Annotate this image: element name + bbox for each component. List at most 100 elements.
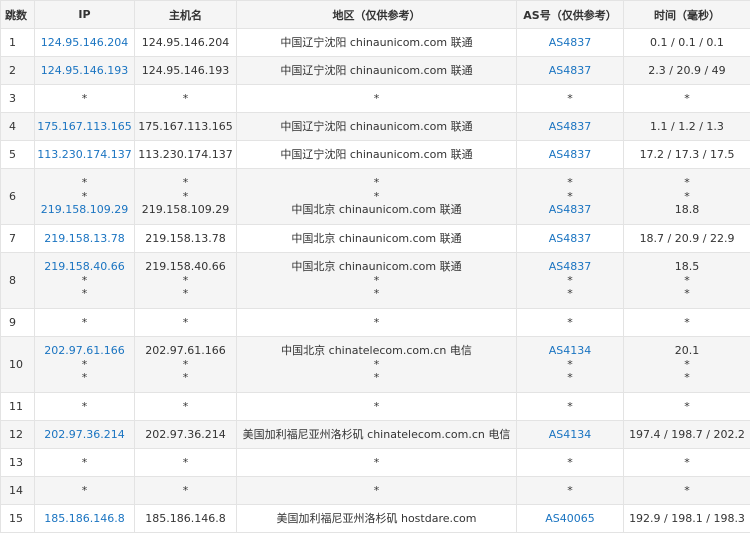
ip-cell: 202.97.61.166 * * <box>34 336 135 393</box>
time-cell: 0.1 / 0.1 / 0.1 <box>623 28 750 57</box>
as-cell: AS4837 * * <box>516 252 624 309</box>
region-text: 中国辽宁沈阳 chinaunicom.com 联通 <box>280 119 473 133</box>
timeout-marker: * <box>182 371 189 385</box>
table-row: 14 * * * * * <box>0 476 750 505</box>
as-link[interactable]: AS4134 <box>517 428 623 442</box>
hop-cell: 14 <box>0 476 35 505</box>
region-cell: * <box>236 392 517 421</box>
region-cell: * <box>236 308 517 337</box>
as-cell: * <box>516 308 624 337</box>
timeout-marker: * <box>182 455 189 469</box>
as-cell: * <box>516 84 624 113</box>
as-link[interactable]: AS4837 <box>517 203 623 217</box>
timeout-marker: * <box>81 357 88 371</box>
hostname-cell: * <box>134 448 237 477</box>
as-link[interactable]: AS4837 <box>517 64 623 78</box>
hop-cell: 2 <box>0 56 35 85</box>
hop-cell: 15 <box>0 504 35 533</box>
as-link[interactable]: AS4837 <box>517 120 623 134</box>
hop-cell: 8 <box>0 252 35 309</box>
hostname-cell: 113.230.174.137 <box>134 140 237 169</box>
table-row: 13 * * * * * <box>0 448 750 477</box>
hostname-text: 124.95.146.204 <box>141 35 230 49</box>
ip-cell: * <box>34 308 135 337</box>
time-text: 192.9 / 198.1 / 198.3 <box>629 511 745 525</box>
hostname-cell: 124.95.146.204 <box>134 28 237 57</box>
hostname-text: 202.97.61.166 <box>145 343 226 357</box>
ip-link[interactable]: 175.167.113.165 <box>35 120 134 134</box>
ip-link[interactable]: 185.186.146.8 <box>35 512 134 526</box>
ip-cell: * <box>34 448 135 477</box>
ip-link[interactable]: 219.158.13.78 <box>35 232 134 246</box>
hostname-cell: * <box>134 476 237 505</box>
timeout-marker: * <box>684 455 690 469</box>
timeout-marker: * <box>567 287 573 301</box>
region-cell: 美国加利福尼亚州洛杉矶 chinatelecom.com.cn 电信 <box>236 420 517 449</box>
timeout-marker: * <box>373 371 380 385</box>
hostname-cell: 219.158.40.66 * * <box>134 252 237 309</box>
region-text: 美国加利福尼亚州洛杉矶 hostdare.com <box>276 511 477 525</box>
ip-link[interactable]: 124.95.146.204 <box>35 36 134 50</box>
time-cell: 20.1 * * <box>623 336 750 393</box>
ip-link[interactable]: 219.158.109.29 <box>35 203 134 217</box>
hop-cell: 13 <box>0 448 35 477</box>
time-column-header: 时间（毫秒） <box>623 0 750 29</box>
time-cell: * <box>623 476 750 505</box>
as-cell: AS4837 <box>516 28 624 57</box>
region-text: 中国辽宁沈阳 chinaunicom.com 联通 <box>280 63 473 77</box>
as-link[interactable]: AS4837 <box>517 36 623 50</box>
hop-cell: 1 <box>0 28 35 57</box>
timeout-marker: * <box>567 371 573 385</box>
as-cell: * <box>516 476 624 505</box>
hostname-cell: 185.186.146.8 <box>134 504 237 533</box>
ip-link[interactable]: 202.97.61.166 <box>35 344 134 358</box>
region-cell: 中国辽宁沈阳 chinaunicom.com 联通 <box>236 112 517 141</box>
ip-link[interactable]: 219.158.40.66 <box>35 260 134 274</box>
as-link[interactable]: AS4837 <box>517 148 623 162</box>
time-cell: 197.4 / 198.7 / 202.2 <box>623 420 750 449</box>
ip-cell: 219.158.40.66 * * <box>34 252 135 309</box>
region-column-header: 地区（仅供参考） <box>236 0 517 29</box>
hop-cell: 11 <box>0 392 35 421</box>
ip-cell: 113.230.174.137 <box>34 140 135 169</box>
table-row: 3 * * * * * <box>0 84 750 113</box>
timeout-marker: * <box>182 399 189 413</box>
hostname-text: 124.95.146.193 <box>141 63 230 77</box>
hostname-column-header: 主机名 <box>134 0 237 29</box>
as-link[interactable]: AS4837 <box>517 232 623 246</box>
time-text: 18.8 <box>674 203 700 217</box>
hop-cell: 7 <box>0 224 35 253</box>
as-cell: * <box>516 392 624 421</box>
timeout-marker: * <box>373 399 380 413</box>
as-link[interactable]: AS40065 <box>517 512 623 526</box>
hostname-text: 219.158.13.78 <box>145 231 226 245</box>
region-cell: * <box>236 448 517 477</box>
timeout-marker: * <box>81 175 88 189</box>
as-cell: AS4134 <box>516 420 624 449</box>
time-cell: * * 18.8 <box>623 168 750 225</box>
region-text: 中国北京 chinatelecom.com.cn 电信 <box>281 343 472 357</box>
region-cell: 中国辽宁沈阳 chinaunicom.com 联通 <box>236 56 517 85</box>
timeout-marker: * <box>684 287 690 301</box>
hop-cell: 10 <box>0 336 35 393</box>
ip-link[interactable]: 113.230.174.137 <box>35 148 134 162</box>
ip-cell: * <box>34 476 135 505</box>
timeout-marker: * <box>81 91 88 105</box>
hostname-cell: 175.167.113.165 <box>134 112 237 141</box>
timeout-marker: * <box>182 287 189 301</box>
table-row: 2 124.95.146.193 124.95.146.193 中国辽宁沈阳 chin… <box>0 56 750 85</box>
as-link[interactable]: AS4837 <box>517 260 623 274</box>
ip-link[interactable]: 124.95.146.193 <box>35 64 134 78</box>
timeout-marker: * <box>567 175 573 189</box>
time-cell: * <box>623 448 750 477</box>
region-cell: 美国加利福尼亚州洛杉矶 hostdare.com <box>236 504 517 533</box>
time-cell: 192.9 / 198.1 / 198.3 <box>623 504 750 533</box>
as-cell: AS4134 * * <box>516 336 624 393</box>
as-link[interactable]: AS4134 <box>517 344 623 358</box>
ip-link[interactable]: 202.97.36.214 <box>35 428 134 442</box>
hostname-text: 219.158.109.29 <box>141 203 230 217</box>
timeout-marker: * <box>684 399 690 413</box>
hostname-text: 185.186.146.8 <box>145 511 226 525</box>
time-cell: 1.1 / 1.2 / 1.3 <box>623 112 750 141</box>
table-row: 8 219.158.40.66 * * 219.158.40.66 * * 中国北京 chin… <box>0 252 750 309</box>
